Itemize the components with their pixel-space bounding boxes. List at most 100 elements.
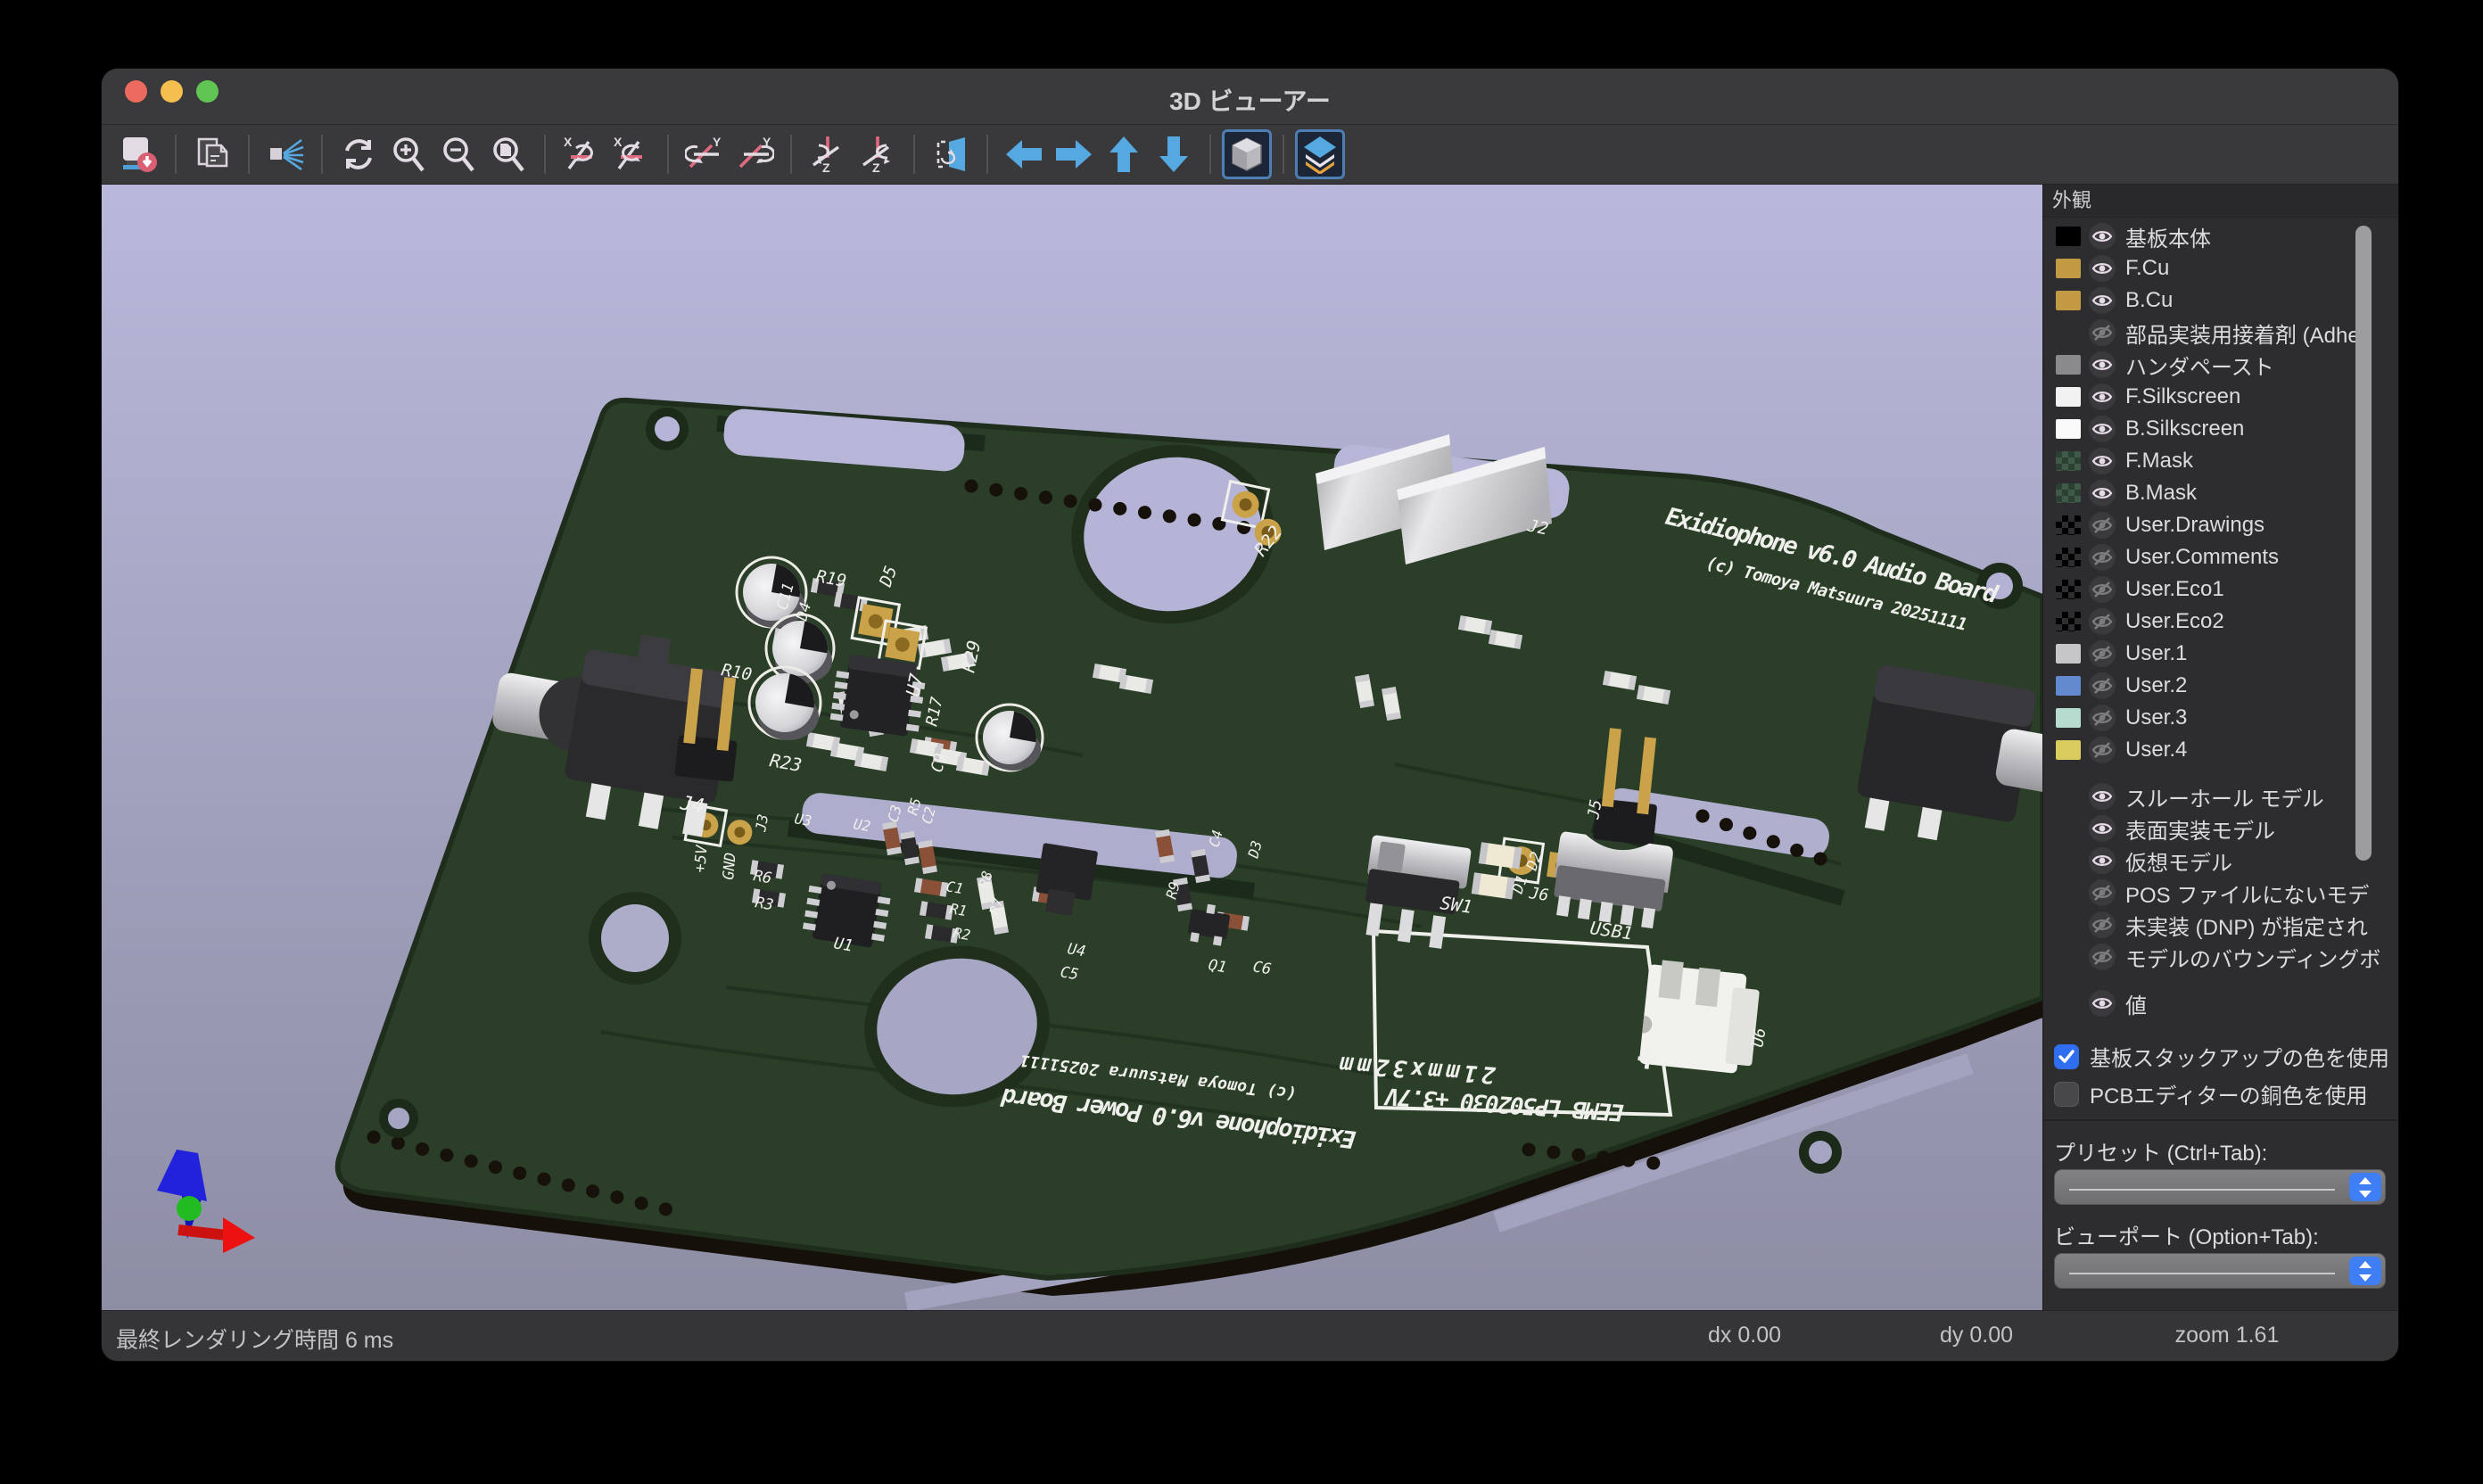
flip-board-button[interactable] bbox=[926, 129, 976, 179]
layer-label: User.Eco2 bbox=[2125, 609, 2224, 634]
layer-row-User.1[interactable]: User.1 bbox=[2043, 638, 2398, 670]
eye-hidden-icon[interactable] bbox=[2089, 544, 2116, 571]
copper-colors-checkbox[interactable] bbox=[2054, 1082, 2079, 1107]
appearance-panel-toggle[interactable] bbox=[1295, 129, 1345, 179]
model-row-表面実装モデル[interactable]: 表面実装モデル bbox=[2043, 812, 2398, 845]
scrollbar-thumb[interactable] bbox=[2355, 226, 2372, 861]
model-row-スルーホール モデル[interactable]: スルーホール モデル bbox=[2043, 780, 2398, 812]
model-row-POS ファイルにないモデ[interactable]: POS ファイルにないモデ bbox=[2043, 877, 2398, 909]
layer-color-swatch[interactable] bbox=[2056, 483, 2081, 503]
eye-hidden-icon[interactable] bbox=[2089, 944, 2116, 970]
model-row-モデルのバウンディングボ[interactable]: モデルのバウンディングボ bbox=[2043, 941, 2398, 973]
layer-color-swatch[interactable] bbox=[2056, 548, 2081, 567]
zoom-in-button[interactable] bbox=[384, 129, 433, 179]
layer-color-swatch[interactable] bbox=[2056, 355, 2081, 375]
eye-hidden-icon[interactable] bbox=[2089, 640, 2116, 667]
layer-row-User.Eco1[interactable]: User.Eco1 bbox=[2043, 573, 2398, 606]
rotate-y-ccw-button[interactable]: Y bbox=[730, 129, 780, 179]
rotate-x-ccw-button[interactable]: X bbox=[606, 129, 656, 179]
layer-label: F.Mask bbox=[2125, 449, 2193, 474]
preset-dropdown[interactable] bbox=[2054, 1169, 2386, 1205]
eye-hidden-icon[interactable] bbox=[2089, 512, 2116, 539]
title-bar[interactable]: 3D ビューアー bbox=[102, 69, 2398, 125]
redraw-button[interactable] bbox=[334, 129, 384, 179]
eye-visible-icon[interactable] bbox=[2089, 815, 2116, 842]
eye-visible-icon[interactable] bbox=[2089, 448, 2116, 474]
layer-color-swatch[interactable] bbox=[2056, 676, 2081, 696]
layer-color-swatch[interactable] bbox=[2056, 708, 2081, 728]
eye-hidden-icon[interactable] bbox=[2089, 705, 2116, 731]
layer-color-swatch[interactable] bbox=[2056, 451, 2081, 471]
stackup-colors-checkbox[interactable] bbox=[2054, 1044, 2079, 1069]
eye-hidden-icon[interactable] bbox=[2089, 576, 2116, 603]
stackup-colors-row[interactable]: 基板スタックアップの色を使用 bbox=[2054, 1041, 2389, 1072]
layer-row-User.Drawings[interactable]: User.Drawings bbox=[2043, 509, 2398, 541]
orthographic-projection-toggle[interactable] bbox=[1222, 129, 1272, 179]
value-row-値[interactable]: 値 bbox=[2043, 987, 2398, 1019]
preset-stepper-icon[interactable] bbox=[2349, 1173, 2381, 1201]
rotate-z-cw-button[interactable]: Z bbox=[803, 129, 853, 179]
layer-color-swatch[interactable] bbox=[2056, 227, 2081, 246]
layer-row-基板本体[interactable]: 基板本体 bbox=[2043, 220, 2398, 252]
eye-visible-icon[interactable] bbox=[2089, 351, 2116, 378]
pan-left-button[interactable] bbox=[999, 129, 1049, 179]
rotate-y-cw-button[interactable]: Y bbox=[680, 129, 730, 179]
layer-row-B.Cu[interactable]: B.Cu bbox=[2043, 284, 2398, 317]
eye-visible-icon[interactable] bbox=[2089, 223, 2116, 250]
render-raytracing-button[interactable] bbox=[260, 129, 310, 179]
layer-color-swatch[interactable] bbox=[2056, 419, 2081, 439]
copper-colors-row[interactable]: PCBエディターの銅色を使用 bbox=[2054, 1078, 2368, 1109]
3d-viewport[interactable]: Exidiophone v6.0 Audio Board (c) Tomoya … bbox=[102, 185, 2042, 1311]
eye-visible-icon[interactable] bbox=[2089, 255, 2116, 282]
eye-visible-icon[interactable] bbox=[2089, 480, 2116, 507]
copy-image-button[interactable] bbox=[187, 129, 237, 179]
layer-row-User.Comments[interactable]: User.Comments bbox=[2043, 541, 2398, 573]
eye-hidden-icon[interactable] bbox=[2089, 319, 2116, 346]
layer-color-swatch[interactable] bbox=[2056, 515, 2081, 535]
toolbar: X X Y Y Z Z bbox=[102, 125, 2398, 184]
layer-row-F.Mask[interactable]: F.Mask bbox=[2043, 445, 2398, 477]
eye-visible-icon[interactable] bbox=[2089, 847, 2116, 874]
export-image-button[interactable] bbox=[114, 129, 164, 179]
layer-row-F.Cu[interactable]: F.Cu bbox=[2043, 252, 2398, 284]
layer-row-F.Silkscreen[interactable]: F.Silkscreen bbox=[2043, 381, 2398, 413]
layer-row-部品実装用接着剤 (Adhes[interactable]: 部品実装用接着剤 (Adhes bbox=[2043, 317, 2398, 349]
layer-color-swatch[interactable] bbox=[2056, 259, 2081, 278]
layer-row-User.Eco2[interactable]: User.Eco2 bbox=[2043, 606, 2398, 638]
rotate-x-cw-button[interactable]: X bbox=[557, 129, 606, 179]
layer-label: B.Cu bbox=[2125, 288, 2173, 313]
pan-up-button[interactable] bbox=[1099, 129, 1149, 179]
layer-row-B.Mask[interactable]: B.Mask bbox=[2043, 477, 2398, 509]
viewport-stepper-icon[interactable] bbox=[2349, 1257, 2381, 1285]
model-row-仮想モデル[interactable]: 仮想モデル bbox=[2043, 845, 2398, 877]
eye-hidden-icon[interactable] bbox=[2089, 737, 2116, 763]
layer-color-swatch[interactable] bbox=[2056, 387, 2081, 407]
layer-row-B.Silkscreen[interactable]: B.Silkscreen bbox=[2043, 413, 2398, 445]
layer-color-swatch[interactable] bbox=[2056, 580, 2081, 599]
eye-hidden-icon[interactable] bbox=[2089, 911, 2116, 938]
eye-visible-icon[interactable] bbox=[2089, 287, 2116, 314]
layer-color-swatch[interactable] bbox=[2056, 612, 2081, 631]
panel-scrollbar[interactable] bbox=[2355, 226, 2372, 1019]
layer-row-User.2[interactable]: User.2 bbox=[2043, 670, 2398, 702]
layer-row-ハンダペースト[interactable]: ハンダペースト bbox=[2043, 349, 2398, 381]
layer-color-swatch[interactable] bbox=[2056, 291, 2081, 310]
eye-hidden-icon[interactable] bbox=[2089, 879, 2116, 906]
pan-right-button[interactable] bbox=[1049, 129, 1099, 179]
pan-down-button[interactable] bbox=[1149, 129, 1199, 179]
viewport-dropdown[interactable] bbox=[2054, 1253, 2386, 1289]
zoom-out-button[interactable] bbox=[433, 129, 483, 179]
eye-visible-icon[interactable] bbox=[2089, 783, 2116, 810]
model-row-未実装 (DNP) が指定され[interactable]: 未実装 (DNP) が指定され bbox=[2043, 909, 2398, 941]
eye-visible-icon[interactable] bbox=[2089, 416, 2116, 442]
layer-color-swatch[interactable] bbox=[2056, 740, 2081, 760]
layer-color-swatch[interactable] bbox=[2056, 644, 2081, 664]
eye-visible-icon[interactable] bbox=[2089, 383, 2116, 410]
eye-hidden-icon[interactable] bbox=[2089, 672, 2116, 699]
rotate-z-ccw-button[interactable]: Z bbox=[853, 129, 903, 179]
eye-hidden-icon[interactable] bbox=[2089, 608, 2116, 635]
eye-visible-icon[interactable] bbox=[2089, 990, 2116, 1017]
layer-row-User.4[interactable]: User.4 bbox=[2043, 734, 2398, 766]
zoom-fit-button[interactable] bbox=[483, 129, 533, 179]
layer-row-User.3[interactable]: User.3 bbox=[2043, 702, 2398, 734]
